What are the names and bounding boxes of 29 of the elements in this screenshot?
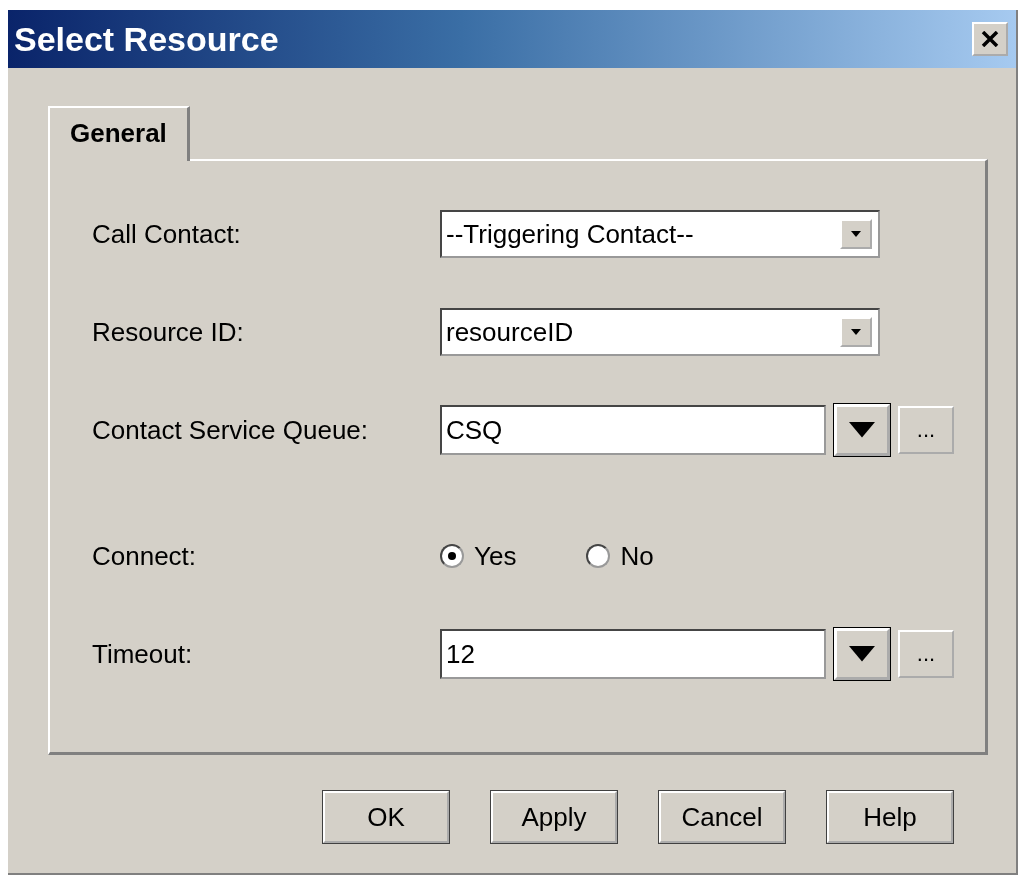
dialog-button[interactable]: Cancel xyxy=(659,791,785,843)
radio-icon[interactable] xyxy=(586,544,611,568)
input-field[interactable]: 12 xyxy=(440,629,826,679)
dialog-button[interactable]: Apply xyxy=(491,791,617,843)
dropdown-arrow-icon xyxy=(849,422,875,438)
dropdown-arrow-icon xyxy=(851,329,861,335)
dropdown-field[interactable]: resourceID xyxy=(440,308,880,356)
field-label: Contact Service Queue: xyxy=(92,414,370,446)
radio-option[interactable]: No xyxy=(586,540,654,572)
radio-option[interactable]: Yes xyxy=(440,540,517,572)
field-label: Timeout: xyxy=(92,638,194,670)
dialog-button[interactable]: OK xyxy=(323,791,449,843)
close-icon xyxy=(981,31,999,47)
browse-button[interactable]: ... xyxy=(898,406,954,454)
window-title: Select Resource xyxy=(14,19,279,59)
radio-icon[interactable] xyxy=(440,544,464,568)
dropdown-field[interactable]: --Triggering Contact-- xyxy=(440,210,880,258)
dialog-button[interactable]: Help xyxy=(827,791,953,843)
dropdown-arrow-icon xyxy=(851,231,861,237)
browse-button[interactable]: ... xyxy=(898,630,954,678)
field-label: Resource ID: xyxy=(92,316,245,348)
close-button[interactable] xyxy=(972,22,1008,56)
field-label: Connect: xyxy=(92,540,198,572)
dropdown-button[interactable] xyxy=(834,628,890,680)
dropdown-arrow-icon xyxy=(849,646,875,662)
tab[interactable]: General xyxy=(48,106,190,161)
dropdown-button[interactable] xyxy=(834,404,890,456)
field-label: Call Contact: xyxy=(92,218,242,250)
input-field[interactable]: CSQ xyxy=(440,405,826,455)
